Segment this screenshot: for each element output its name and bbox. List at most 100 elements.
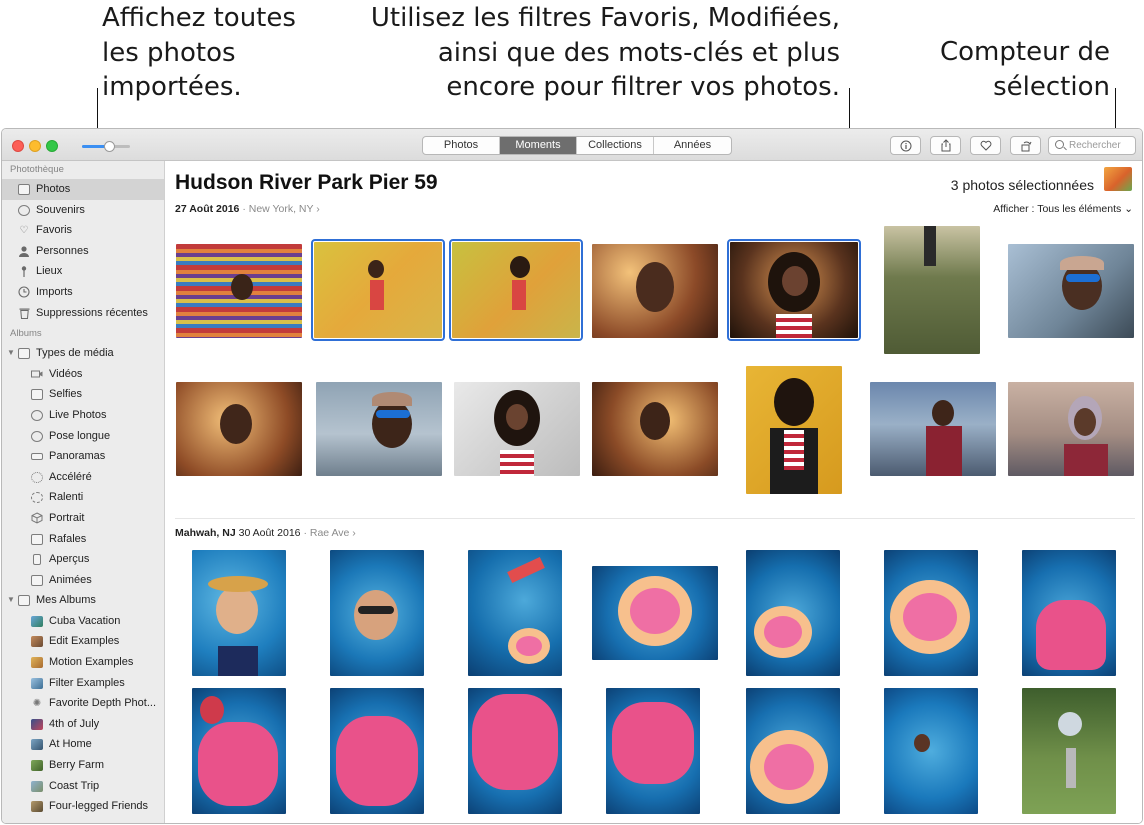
photo-thumbnail[interactable] <box>454 382 580 476</box>
tab-years[interactable]: Années <box>654 137 731 154</box>
photo-thumbnail[interactable] <box>176 244 302 338</box>
search-field[interactable]: Rechercher <box>1048 136 1136 155</box>
moment-title[interactable]: Hudson River Park Pier 59 <box>175 171 438 195</box>
sidebar-album-item[interactable]: Cuba Vacation <box>2 611 164 632</box>
sidebar-item-media-types[interactable]: ▼ Types de média <box>2 343 164 364</box>
chevron-down-icon: ⌄ <box>1124 203 1133 215</box>
sidebar-item-screenshots[interactable]: Aperçus <box>2 549 164 570</box>
sidebar-item-label: Souvenirs <box>36 203 85 216</box>
sidebar-album-item[interactable]: ✺ Favorite Depth Phot... <box>2 693 164 714</box>
share-button[interactable] <box>930 136 961 155</box>
sidebar-item-photos[interactable]: Photos <box>2 179 164 200</box>
photo-thumbnail[interactable] <box>468 550 562 676</box>
photo-thumbnail[interactable] <box>1008 244 1134 338</box>
sidebar-item-long-exposure[interactable]: Pose longue <box>2 426 164 447</box>
photo-thumbnail[interactable] <box>606 688 700 814</box>
photo-thumbnail[interactable] <box>746 550 840 676</box>
sidebar-item-portrait[interactable]: Portrait <box>2 508 164 529</box>
sidebar-album-item[interactable]: Four-legged Friends <box>2 796 164 817</box>
disclosure-triangle-icon[interactable]: ▼ <box>7 590 15 611</box>
photo-thumbnail[interactable] <box>870 382 996 476</box>
photo-thumbnail[interactable] <box>884 688 978 814</box>
moment-divider <box>175 518 1135 519</box>
gear-icon: ✺ <box>32 698 42 710</box>
heart-icon: ♡ <box>19 225 29 237</box>
sidebar-album-item[interactable]: Motion Examples <box>2 652 164 673</box>
rotate-button[interactable] <box>1010 136 1041 155</box>
album-thumbnail-icon <box>31 760 43 772</box>
sidebar-item-live-photos[interactable]: Live Photos <box>2 405 164 426</box>
close-button[interactable] <box>12 140 24 152</box>
photo-thumbnail-selected[interactable] <box>311 239 445 341</box>
sidebar-album-item[interactable]: Filter Examples <box>2 673 164 694</box>
video-icon <box>31 369 43 380</box>
tab-moments[interactable]: Moments <box>500 137 577 154</box>
chevron-right-icon: › <box>352 527 356 539</box>
photo-thumbnail[interactable] <box>192 550 286 676</box>
sidebar-album-item[interactable]: Coast Trip <box>2 776 164 797</box>
sidebar-item-panoramas[interactable]: Panoramas <box>2 446 164 467</box>
sidebar-item-imports[interactable]: Imports <box>2 282 164 303</box>
photo-grid-area: Hudson River Park Pier 59 27 Août 2016 ·… <box>166 161 1142 823</box>
photo-thumbnail[interactable] <box>330 550 424 676</box>
info-button[interactable] <box>890 136 921 155</box>
sidebar-item-favorites[interactable]: ♡ Favoris <box>2 220 164 241</box>
clock-icon <box>18 286 30 299</box>
moment2-location: Rae Ave <box>309 527 350 539</box>
photo-thumbnail[interactable] <box>1022 550 1116 676</box>
moment-subtitle[interactable]: 27 Août 2016 · New York, NY › <box>175 203 320 215</box>
album-thumbnail-icon <box>31 780 43 792</box>
sidebar-item-bursts[interactable]: Rafales <box>2 529 164 550</box>
tab-photos[interactable]: Photos <box>423 137 500 154</box>
sidebar-item-slomo[interactable]: Ralenti <box>2 487 164 508</box>
photo-thumbnail[interactable] <box>192 688 286 814</box>
photo-thumbnail[interactable] <box>592 566 718 660</box>
sidebar-album-item[interactable]: At Home <box>2 734 164 755</box>
photo-thumbnail[interactable] <box>592 382 718 476</box>
moment2-header[interactable]: Mahwah, NJ 30 Août 2016 · Rae Ave › <box>175 527 356 539</box>
sidebar-album-item[interactable]: Edit Examples <box>2 631 164 652</box>
disclosure-triangle-icon[interactable]: ▼ <box>7 343 15 364</box>
sidebar-item-videos[interactable]: Vidéos <box>2 364 164 385</box>
sidebar-item-label: Aperçus <box>49 553 90 566</box>
thumbnail-size-slider[interactable] <box>82 141 130 152</box>
sidebar-album-item[interactable]: Berry Farm <box>2 755 164 776</box>
minimize-button[interactable] <box>29 140 41 152</box>
photo-thumbnail[interactable] <box>884 226 980 354</box>
photo-thumbnail-selected[interactable] <box>449 239 583 341</box>
photo-thumbnail[interactable] <box>592 244 718 338</box>
sidebar-item-people[interactable]: Personnes <box>2 241 164 262</box>
screenshot-icon <box>33 554 41 566</box>
sidebar-item-animated[interactable]: Animées <box>2 570 164 591</box>
photo-thumbnail[interactable] <box>176 382 302 476</box>
sidebar-album-item[interactable]: 4th of July <box>2 714 164 735</box>
tab-collections[interactable]: Collections <box>577 137 654 154</box>
photo-thumbnail[interactable] <box>330 688 424 814</box>
show-filter-menu[interactable]: Afficher : Tous les éléments ⌄ <box>993 203 1133 215</box>
sidebar-item-memories[interactable]: Souvenirs <box>2 200 164 221</box>
sidebar-item-selfies[interactable]: Selfies <box>2 384 164 405</box>
sidebar-item-places[interactable]: Lieux <box>2 261 164 282</box>
sidebar-item-label: Edit Examples <box>49 635 120 648</box>
photo-thumbnail[interactable] <box>746 688 840 814</box>
sidebar-item-recently-deleted[interactable]: Suppressions récentes <box>2 303 164 324</box>
favorite-button[interactable] <box>970 136 1001 155</box>
callout-filters: Utilisez les filtres Favoris, Modifiées,… <box>370 3 840 102</box>
sidebar-item-timelapse[interactable]: Accéléré <box>2 467 164 488</box>
moment2-date: 30 Août 2016 <box>238 527 301 539</box>
photo-thumbnail[interactable] <box>316 382 442 476</box>
photo-thumbnail[interactable] <box>884 550 978 676</box>
zoom-window-button[interactable] <box>46 140 58 152</box>
sidebar-item-label: Pose longue <box>49 429 111 442</box>
photo-thumbnail-selected[interactable] <box>727 239 861 341</box>
photo-thumbnail[interactable] <box>1008 382 1134 476</box>
heart-icon <box>980 140 991 151</box>
slider-knob[interactable] <box>104 141 115 152</box>
photo-thumbnail[interactable] <box>746 366 842 494</box>
animated-icon <box>31 574 43 586</box>
live-photo-icon <box>31 409 43 421</box>
photo-thumbnail[interactable] <box>1022 688 1116 814</box>
sidebar-item-my-albums[interactable]: ▼ Mes Albums <box>2 590 164 611</box>
photo-thumbnail[interactable] <box>468 688 562 814</box>
burst-icon <box>31 533 43 545</box>
